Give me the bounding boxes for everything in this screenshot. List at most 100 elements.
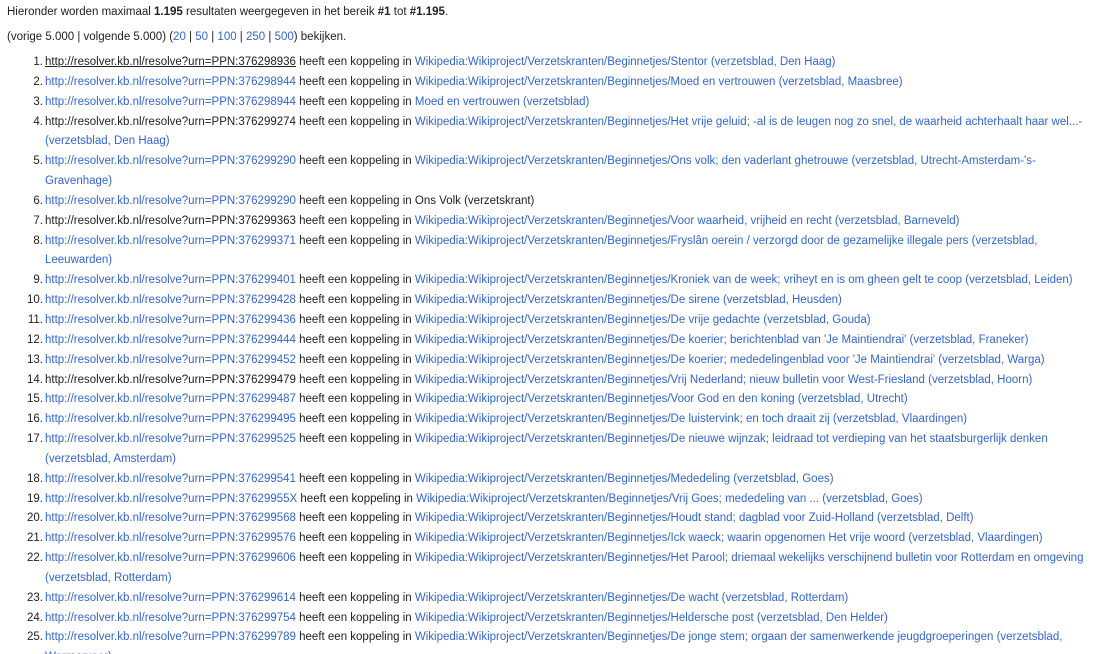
list-item-number: 10. xyxy=(27,294,43,307)
list-item: 11. http://resolver.kb.nl/resolve?urn=PPN… xyxy=(0,311,1100,331)
list-item-number: 3. xyxy=(33,95,43,108)
linking-page-link[interactable]: Wikipedia:Wikiproject/Verzetskranten/Beg… xyxy=(415,274,1073,286)
external-url-link[interactable]: http://resolver.kb.nl/resolve?urn=PPN:37… xyxy=(45,493,297,505)
link-relation-text: heeft een koppeling in xyxy=(295,313,415,326)
linking-page-link[interactable]: Wikipedia:Wikiproject/Verzetskranten/Beg… xyxy=(415,354,1045,366)
external-url-link[interactable]: http://resolver.kb.nl/resolve?urn=PPN:37… xyxy=(45,76,296,88)
external-url-link[interactable]: http://resolver.kb.nl/resolve?urn=PPN:37… xyxy=(45,413,296,425)
list-item: 25. http://resolver.kb.nl/resolve?urn=PPN… xyxy=(0,628,1100,654)
list-item: 7. http://resolver.kb.nl/resolve?urn=PPN:… xyxy=(0,212,1100,232)
list-item: 4. http://resolver.kb.nl/resolve?urn=PPN:… xyxy=(0,113,1100,153)
results-summary: Hieronder worden maximaal 1.195 resultat… xyxy=(7,5,448,20)
linking-page-link[interactable]: Wikipedia:Wikiproject/Verzetskranten/Beg… xyxy=(415,473,834,485)
link-relation-text: heeft een koppeling in xyxy=(297,492,417,505)
limit-250-link[interactable]: 250 xyxy=(246,31,265,43)
external-url-link[interactable]: http://resolver.kb.nl/resolve?urn=PPN:37… xyxy=(45,374,296,386)
linking-page-link[interactable]: Ons Volk (verzetskrant) xyxy=(415,195,535,207)
limit-20-link[interactable]: 20 xyxy=(173,31,186,43)
limit-100-link[interactable]: 100 xyxy=(217,31,236,43)
list-item-number: 5. xyxy=(33,155,43,168)
linking-page-link[interactable]: Wikipedia:Wikiproject/Verzetskranten/Beg… xyxy=(415,532,1043,544)
list-item-number: 4. xyxy=(33,115,43,128)
summary-range-start: #1 xyxy=(377,6,391,18)
list-item: 2. http://resolver.kb.nl/resolve?urn=PPN:… xyxy=(0,73,1100,93)
linking-page-link[interactable]: Wikipedia:Wikiproject/Verzetskranten/Beg… xyxy=(415,314,871,326)
limit-separator: | xyxy=(236,31,246,43)
link-relation-text: heeft een koppeling in xyxy=(295,333,415,346)
external-url-link[interactable]: http://resolver.kb.nl/resolve?urn=PPN:37… xyxy=(45,612,296,624)
external-url-link[interactable]: http://resolver.kb.nl/resolve?urn=PPN:37… xyxy=(45,195,296,207)
link-relation-text: heeft een koppeling in xyxy=(295,373,415,386)
link-relation-text: heeft een koppeling in xyxy=(295,294,415,307)
list-item-number: 22. xyxy=(27,552,43,565)
summary-range-end: #1.195 xyxy=(409,6,445,18)
external-url-link[interactable]: http://resolver.kb.nl/resolve?urn=PPN:37… xyxy=(45,116,296,128)
summary-suffix: . xyxy=(444,6,449,18)
link-relation-text: heeft een koppeling in xyxy=(295,472,415,485)
external-url-link[interactable]: http://resolver.kb.nl/resolve?urn=PPN:37… xyxy=(45,631,296,643)
limit-50-link[interactable]: 50 xyxy=(195,31,208,43)
list-item: 12. http://resolver.kb.nl/resolve?urn=PPN… xyxy=(0,331,1100,351)
list-item: 15. http://resolver.kb.nl/resolve?urn=PPN… xyxy=(0,390,1100,410)
link-relation-text: heeft een koppeling in xyxy=(295,353,415,366)
linking-page-link[interactable]: Wikipedia:Wikiproject/Verzetskranten/Beg… xyxy=(415,413,967,425)
link-relation-text: heeft een koppeling in xyxy=(295,234,415,247)
limit-separator: | xyxy=(265,31,275,43)
external-url-link[interactable]: http://resolver.kb.nl/resolve?urn=PPN:37… xyxy=(45,532,296,544)
list-item-number: 19. xyxy=(27,492,43,505)
list-item-number: 17. xyxy=(27,433,43,446)
linking-page-link[interactable]: Wikipedia:Wikiproject/Verzetskranten/Beg… xyxy=(415,215,960,227)
link-relation-text: heeft een koppeling in xyxy=(295,611,415,624)
summary-prefix: Hieronder worden maximaal xyxy=(7,6,155,18)
list-item: 23. http://resolver.kb.nl/resolve?urn=PPN… xyxy=(0,589,1100,609)
list-item-number: 6. xyxy=(33,194,43,207)
link-relation-text: heeft een koppeling in xyxy=(295,75,415,88)
link-relation-text: heeft een koppeling in xyxy=(295,155,415,168)
external-url-link[interactable]: http://resolver.kb.nl/resolve?urn=PPN:37… xyxy=(45,274,296,286)
linking-page-link[interactable]: Wikipedia:Wikiproject/Verzetskranten/Beg… xyxy=(415,56,836,68)
external-url-link[interactable]: http://resolver.kb.nl/resolve?urn=PPN:37… xyxy=(45,56,296,68)
link-relation-text: heeft een koppeling in xyxy=(295,413,415,426)
external-url-link[interactable]: http://resolver.kb.nl/resolve?urn=PPN:37… xyxy=(45,334,296,346)
link-relation-text: heeft een koppeling in xyxy=(295,274,415,287)
list-item-number: 12. xyxy=(27,333,43,346)
external-url-link[interactable]: http://resolver.kb.nl/resolve?urn=PPN:37… xyxy=(45,96,296,108)
list-item-number: 13. xyxy=(27,353,43,366)
limit-500-link[interactable]: 500 xyxy=(275,31,294,43)
linking-page-link[interactable]: Wikipedia:Wikiproject/Verzetskranten/Beg… xyxy=(415,76,903,88)
list-item-number: 14. xyxy=(27,373,43,386)
list-item: 17. http://resolver.kb.nl/resolve?urn=PPN… xyxy=(0,430,1100,470)
external-url-link[interactable]: http://resolver.kb.nl/resolve?urn=PPN:37… xyxy=(45,235,296,247)
list-item-number: 23. xyxy=(27,591,43,604)
linking-page-link[interactable]: Wikipedia:Wikiproject/Verzetskranten/Beg… xyxy=(415,512,974,524)
link-relation-text: heeft een koppeling in xyxy=(295,433,415,446)
linking-page-link[interactable]: Wikipedia:Wikiproject/Verzetskranten/Beg… xyxy=(415,612,888,624)
linking-page-link[interactable]: Moed en vertrouwen (verzetsblad) xyxy=(415,96,590,108)
linking-page-link[interactable]: Wikipedia:Wikiproject/Verzetskranten/Beg… xyxy=(415,592,848,604)
link-relation-text: heeft een koppeling in xyxy=(295,512,415,525)
external-url-link[interactable]: http://resolver.kb.nl/resolve?urn=PPN:37… xyxy=(45,592,296,604)
list-item-number: 20. xyxy=(27,512,43,525)
list-item-number: 1. xyxy=(33,56,43,68)
linking-page-link[interactable]: Wikipedia:Wikiproject/Verzetskranten/Beg… xyxy=(415,393,908,405)
link-relation-text: heeft een koppeling in xyxy=(295,591,415,604)
linking-page-link[interactable]: Wikipedia:Wikiproject/Verzetskranten/Beg… xyxy=(416,493,922,505)
link-relation-text: heeft een koppeling in xyxy=(295,194,415,207)
special-page-content: Hieronder worden maximaal 1.195 resultat… xyxy=(0,0,1100,654)
external-url-link[interactable]: http://resolver.kb.nl/resolve?urn=PPN:37… xyxy=(45,155,296,167)
external-url-link[interactable]: http://resolver.kb.nl/resolve?urn=PPN:37… xyxy=(45,215,296,227)
external-url-link[interactable]: http://resolver.kb.nl/resolve?urn=PPN:37… xyxy=(45,473,296,485)
external-url-link[interactable]: http://resolver.kb.nl/resolve?urn=PPN:37… xyxy=(45,552,296,564)
linking-page-link[interactable]: Wikipedia:Wikiproject/Verzetskranten/Beg… xyxy=(415,374,1032,386)
external-url-link[interactable]: http://resolver.kb.nl/resolve?urn=PPN:37… xyxy=(45,512,296,524)
list-item: 22. http://resolver.kb.nl/resolve?urn=PPN… xyxy=(0,549,1100,589)
external-url-link[interactable]: http://resolver.kb.nl/resolve?urn=PPN:37… xyxy=(45,294,296,306)
linking-page-link[interactable]: Wikipedia:Wikiproject/Verzetskranten/Beg… xyxy=(415,294,842,306)
external-url-link[interactable]: http://resolver.kb.nl/resolve?urn=PPN:37… xyxy=(45,314,296,326)
linking-page-link[interactable]: Wikipedia:Wikiproject/Verzetskranten/Beg… xyxy=(415,334,1029,346)
external-url-link[interactable]: http://resolver.kb.nl/resolve?urn=PPN:37… xyxy=(45,433,296,445)
external-url-link[interactable]: http://resolver.kb.nl/resolve?urn=PPN:37… xyxy=(45,393,296,405)
pager-end-text: ) bekijken. xyxy=(293,31,347,43)
list-item-number: 15. xyxy=(27,393,43,406)
external-url-link[interactable]: http://resolver.kb.nl/resolve?urn=PPN:37… xyxy=(45,354,296,366)
